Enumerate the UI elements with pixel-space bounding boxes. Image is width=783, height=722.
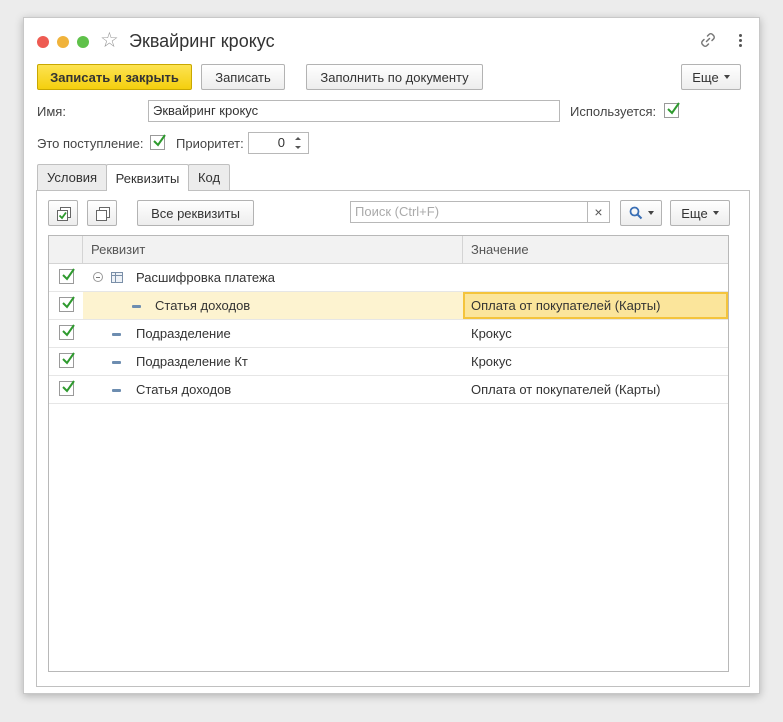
row-value[interactable]: Оплата от покупателей (Карты) bbox=[463, 292, 728, 319]
collapse-icon[interactable] bbox=[93, 272, 103, 282]
header-value[interactable]: Значение bbox=[463, 236, 728, 264]
row-value[interactable]: Крокус bbox=[463, 348, 728, 375]
window-title: Эквайринг крокус bbox=[129, 31, 275, 51]
tab-conditions[interactable]: Условия bbox=[37, 164, 107, 190]
check-all-icon bbox=[57, 207, 71, 221]
row-checkbox[interactable] bbox=[59, 296, 75, 312]
attribute-icon bbox=[112, 389, 121, 392]
clear-search-button[interactable]: × bbox=[587, 202, 609, 222]
table-row[interactable]: Подразделение Кт Крокус bbox=[49, 348, 728, 376]
spin-up-icon[interactable] bbox=[295, 137, 301, 140]
income-label: Это поступление: bbox=[37, 136, 144, 151]
more-button-label: Еще bbox=[692, 69, 719, 85]
attributes-table: Реквизит Значение Расшифровка платежа Ст… bbox=[48, 235, 729, 672]
all-attributes-button[interactable]: Все реквизиты bbox=[137, 200, 254, 226]
panel-more-button[interactable]: Еще bbox=[670, 200, 730, 226]
check-mark-icon bbox=[62, 296, 75, 309]
name-input[interactable]: Эквайринг крокус bbox=[148, 100, 560, 122]
save-button[interactable]: Записать bbox=[201, 64, 285, 90]
save-and-close-button[interactable]: Записать и закрыть bbox=[37, 64, 192, 90]
check-mark-icon bbox=[62, 268, 75, 281]
tab-code[interactable]: Код bbox=[188, 164, 230, 190]
attribute-icon bbox=[112, 361, 121, 364]
chevron-down-icon bbox=[647, 211, 654, 215]
table-icon bbox=[111, 272, 123, 283]
attributes-panel: Все реквизиты Поиск (Ctrl+F) × Еще Рекви… bbox=[36, 190, 750, 687]
uncheck-all-button[interactable] bbox=[87, 200, 117, 226]
check-mark-icon bbox=[667, 102, 680, 115]
fill-by-document-button[interactable]: Заполнить по документу bbox=[306, 64, 483, 90]
title-bar: ☆ Эквайринг крокус bbox=[24, 18, 759, 60]
maximize-window-button[interactable] bbox=[77, 36, 89, 48]
search-field[interactable]: Поиск (Ctrl+F) × bbox=[350, 201, 610, 223]
row-name: Статья доходов bbox=[136, 382, 232, 397]
row-name: Подразделение Кт bbox=[136, 354, 248, 369]
spin-down-icon[interactable] bbox=[295, 146, 301, 149]
link-icon[interactable] bbox=[699, 31, 717, 49]
form-window: ☆ Эквайринг крокус Записать и закрыть За… bbox=[23, 17, 760, 694]
row-name: Расшифровка платежа bbox=[136, 270, 275, 285]
priority-label: Приоритет: bbox=[176, 136, 244, 151]
row-checkbox[interactable] bbox=[59, 352, 75, 368]
close-window-button[interactable] bbox=[37, 36, 49, 48]
tab-attributes[interactable]: Реквизиты bbox=[106, 164, 189, 191]
search-icon bbox=[629, 206, 642, 220]
income-checkbox[interactable] bbox=[150, 134, 166, 150]
table-row[interactable]: Статья доходов Оплата от покупателей (Ка… bbox=[49, 376, 728, 404]
row-name: Подразделение bbox=[136, 326, 231, 341]
used-checkbox[interactable] bbox=[664, 102, 680, 118]
table-row[interactable]: Расшифровка платежа bbox=[49, 264, 728, 292]
minimize-window-button[interactable] bbox=[57, 36, 69, 48]
favorite-star-icon[interactable]: ☆ bbox=[100, 29, 119, 53]
check-mark-icon bbox=[62, 352, 75, 365]
used-label: Используется: bbox=[570, 104, 657, 119]
table-header: Реквизит Значение bbox=[49, 236, 728, 264]
check-mark-icon bbox=[62, 380, 75, 393]
priority-stepper[interactable] bbox=[289, 132, 309, 154]
name-label: Имя: bbox=[37, 104, 66, 119]
chevron-down-icon bbox=[723, 75, 730, 79]
search-placeholder: Поиск (Ctrl+F) bbox=[355, 204, 440, 219]
table-row[interactable]: Статья доходов Оплата от покупателей (Ка… bbox=[49, 292, 728, 320]
header-attribute[interactable]: Реквизит bbox=[83, 236, 463, 264]
row-checkbox[interactable] bbox=[59, 268, 75, 284]
row-checkbox[interactable] bbox=[59, 324, 75, 340]
row-name: Статья доходов bbox=[155, 298, 251, 313]
attribute-icon bbox=[132, 305, 141, 308]
panel-more-label: Еще bbox=[681, 205, 708, 221]
check-mark-icon bbox=[153, 134, 166, 147]
row-value[interactable]: Оплата от покупателей (Карты) bbox=[463, 376, 728, 403]
table-row[interactable]: Подразделение Крокус bbox=[49, 320, 728, 348]
attribute-icon bbox=[112, 333, 121, 336]
uncheck-all-icon bbox=[96, 207, 110, 221]
more-button[interactable]: Еще bbox=[681, 64, 741, 90]
priority-input[interactable]: 0 bbox=[248, 132, 290, 154]
row-value[interactable] bbox=[463, 264, 728, 291]
header-check-column bbox=[49, 236, 83, 264]
search-options-button[interactable] bbox=[620, 200, 662, 226]
check-all-button[interactable] bbox=[48, 200, 78, 226]
row-checkbox[interactable] bbox=[59, 380, 75, 396]
more-menu-icon[interactable] bbox=[732, 31, 748, 49]
check-mark-icon bbox=[62, 324, 75, 337]
row-value[interactable]: Крокус bbox=[463, 320, 728, 347]
chevron-down-icon bbox=[712, 211, 719, 215]
